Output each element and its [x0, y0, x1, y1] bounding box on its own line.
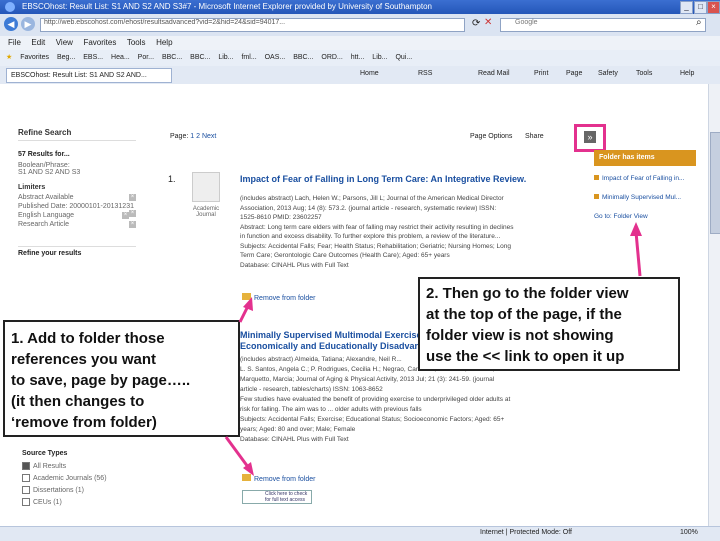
vertical-scrollbar[interactable] — [708, 84, 720, 526]
status-bar: Internet | Protected Mode: Off 100% — [0, 526, 720, 541]
status-zone: Internet | Protected Mode: Off — [480, 529, 572, 536]
annotation-arrows — [224, 222, 642, 476]
arrowhead — [243, 297, 253, 311]
scroll-thumb[interactable] — [710, 132, 720, 234]
arrow-to-folder — [634, 231, 642, 277]
zoom-level[interactable]: 100% — [680, 529, 698, 536]
arrowhead — [630, 222, 642, 236]
arrow-to-remove-2 — [224, 436, 250, 468]
